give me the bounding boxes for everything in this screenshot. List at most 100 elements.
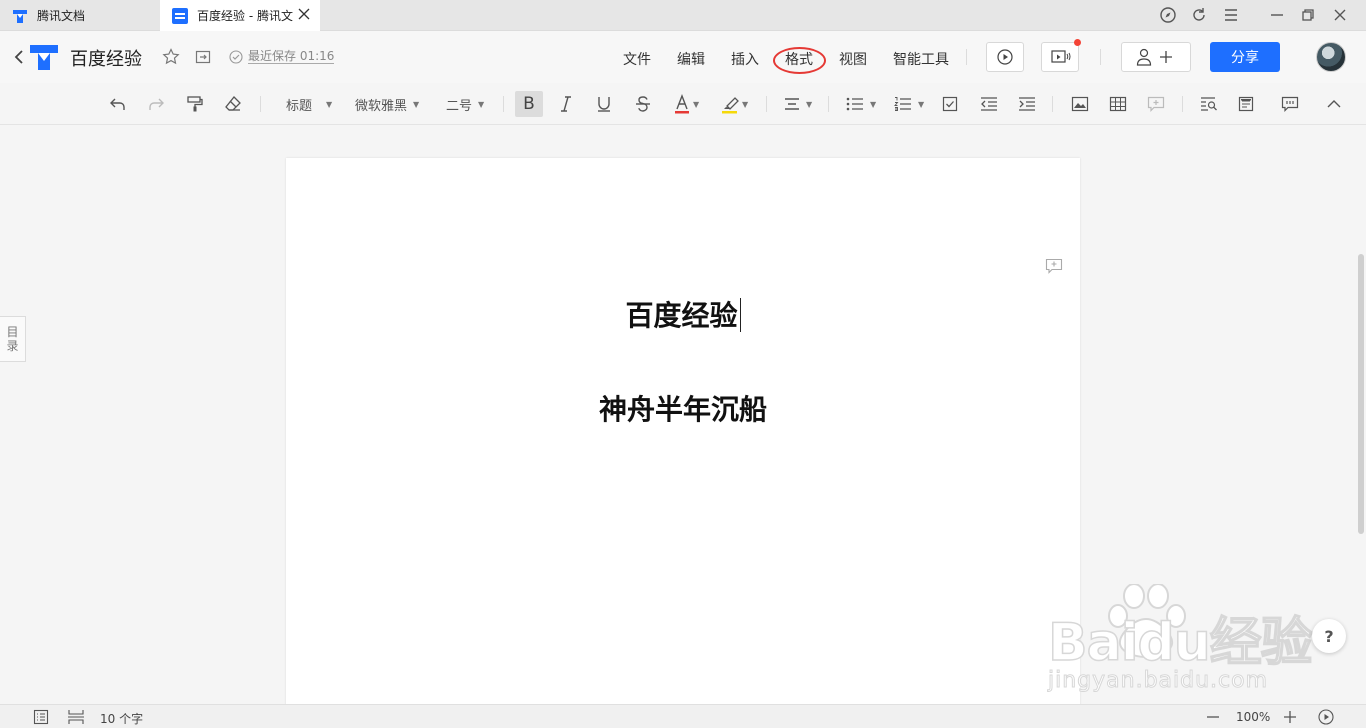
paragraph-style-value: 标题 <box>286 98 313 114</box>
present-button[interactable] <box>986 42 1024 72</box>
chevron-down-icon: ▼ <box>693 99 700 109</box>
move-to-folder-icon[interactable] <box>195 49 211 65</box>
tab-label: 腾讯文档 <box>37 9 86 23</box>
insert-comment-icon[interactable] <box>1147 93 1165 115</box>
zoom-out-icon[interactable] <box>1206 709 1220 725</box>
status-bar: 10 个字 100% <box>0 704 1366 728</box>
highlight-color-button[interactable]: ▼ <box>721 93 748 115</box>
font-color-icon <box>674 94 690 114</box>
collapse-toolbar-icon[interactable] <box>1326 93 1342 115</box>
add-user-icon <box>1136 48 1178 66</box>
watermark-brand: Baidu经验 <box>1047 612 1313 674</box>
user-avatar[interactable] <box>1316 42 1346 72</box>
back-icon[interactable] <box>12 49 26 65</box>
font-size-value: 二号 <box>446 98 473 114</box>
screen-share-icon <box>1051 49 1071 65</box>
menu-edit[interactable]: 编辑 <box>677 49 705 69</box>
align-button[interactable]: ▼ <box>784 93 812 115</box>
compass-icon[interactable] <box>1159 6 1177 24</box>
chevron-down-icon: ▼ <box>478 99 485 109</box>
clear-format-icon[interactable] <box>224 93 242 115</box>
chevron-down-icon: ▼ <box>918 99 925 109</box>
share-button[interactable]: 分享 <box>1210 42 1280 72</box>
star-icon[interactable] <box>162 48 180 66</box>
page-view-icon[interactable] <box>67 709 85 725</box>
refresh-icon[interactable] <box>1190 6 1208 24</box>
numbered-list-icon <box>894 96 912 112</box>
font-family-value: 微软雅黑 <box>355 98 408 114</box>
live-button[interactable] <box>1041 39 1081 72</box>
restore-icon[interactable] <box>1299 6 1317 24</box>
formatting-toolbar: 标题 ▼ 微软雅黑 ▼ 二号 ▼ B ▼ ▼ ▼ ▼ ▼ <box>0 83 1366 125</box>
tab-tencent-docs[interactable]: 腾讯文档 <box>0 0 160 31</box>
close-tab-icon[interactable] <box>298 8 310 20</box>
chevron-down-icon: ▼ <box>413 99 420 109</box>
underline-icon[interactable] <box>596 93 612 115</box>
text-cursor <box>739 298 741 332</box>
document-subheading[interactable]: 神舟半年沉船 <box>286 388 1080 428</box>
italic-icon[interactable] <box>558 93 574 115</box>
page-layout-icon[interactable] <box>1238 93 1254 115</box>
add-comment-icon[interactable] <box>1045 258 1063 274</box>
chevron-down-icon: ▼ <box>806 99 813 109</box>
decrease-indent-icon[interactable] <box>980 93 998 115</box>
browser-tab-bar: 腾讯文档 百度经验 - 腾讯文 <box>0 0 1366 31</box>
zoom-in-icon[interactable] <box>1283 709 1297 725</box>
insert-image-icon[interactable] <box>1071 93 1089 115</box>
undo-icon[interactable] <box>109 93 127 115</box>
bulleted-list-icon <box>846 96 864 112</box>
help-button[interactable]: ? <box>1312 619 1346 653</box>
notification-dot <box>1074 39 1081 46</box>
font-color-button[interactable]: ▼ <box>674 93 699 115</box>
tencent-docs-logo-icon <box>12 8 28 24</box>
format-painter-icon[interactable] <box>186 93 204 115</box>
document-title[interactable]: 百度经验 <box>70 45 142 71</box>
document-page[interactable]: 百度经验 神舟半年沉船 <box>286 158 1080 704</box>
bold-icon: B <box>523 94 535 114</box>
comments-panel-icon[interactable] <box>1281 93 1299 115</box>
saved-check-icon <box>229 50 243 64</box>
menu-smart-tools[interactable]: 智能工具 <box>893 49 949 69</box>
toc-label: 目录 <box>6 325 19 353</box>
collaborate-button[interactable] <box>1121 42 1191 72</box>
save-status: 最近保存 01:16 <box>248 49 335 64</box>
minimize-icon[interactable] <box>1268 6 1286 24</box>
insert-table-icon[interactable] <box>1109 93 1127 115</box>
find-replace-icon[interactable] <box>1200 93 1218 115</box>
menu-insert[interactable]: 插入 <box>731 49 759 69</box>
document-heading[interactable]: 百度经验 <box>286 294 1080 334</box>
play-presentation-icon[interactable] <box>1318 709 1334 725</box>
document-header: 百度经验 最近保存 01:16 文件 编辑 插入 格式 视图 智能工具 分享 <box>0 31 1366 83</box>
redo-icon[interactable] <box>147 93 165 115</box>
close-window-icon[interactable] <box>1331 6 1349 24</box>
outline-icon[interactable] <box>33 709 49 725</box>
chevron-down-icon: ▼ <box>742 99 749 109</box>
menu-view[interactable]: 视图 <box>839 49 867 69</box>
paragraph-style-select[interactable]: 标题 ▼ <box>286 93 332 115</box>
font-family-select[interactable]: 微软雅黑 ▼ <box>355 93 419 115</box>
increase-indent-icon[interactable] <box>1018 93 1036 115</box>
heading-text: 百度经验 <box>625 299 738 332</box>
highlighter-icon <box>721 94 739 114</box>
table-of-contents-tab[interactable]: 目录 <box>0 316 26 362</box>
tab-current-document[interactable]: 百度经验 - 腾讯文 <box>160 0 320 31</box>
menu-icon[interactable] <box>1222 6 1240 24</box>
zoom-level[interactable]: 100% <box>1236 710 1270 724</box>
chevron-down-icon: ▼ <box>326 99 333 109</box>
bold-button[interactable]: B <box>515 91 543 117</box>
numbered-list-button[interactable]: ▼ <box>894 93 924 115</box>
vertical-scrollbar[interactable] <box>1358 254 1364 534</box>
align-center-icon <box>784 96 800 112</box>
chevron-down-icon: ▼ <box>870 99 877 109</box>
format-menu-highlight-circle <box>773 47 826 74</box>
menu-file[interactable]: 文件 <box>623 49 651 69</box>
word-count: 10 个字 <box>100 712 144 726</box>
bulleted-list-button[interactable]: ▼ <box>846 93 876 115</box>
font-size-select[interactable]: 二号 ▼ <box>446 93 484 115</box>
watermark-url: jingyan.baidu.com <box>1047 668 1269 694</box>
strikethrough-icon[interactable] <box>635 93 651 115</box>
play-icon <box>997 49 1013 65</box>
tencent-docs-logo-icon[interactable] <box>29 43 59 71</box>
checklist-icon[interactable] <box>942 93 958 115</box>
tab-label: 百度经验 - 腾讯文 <box>197 9 293 23</box>
